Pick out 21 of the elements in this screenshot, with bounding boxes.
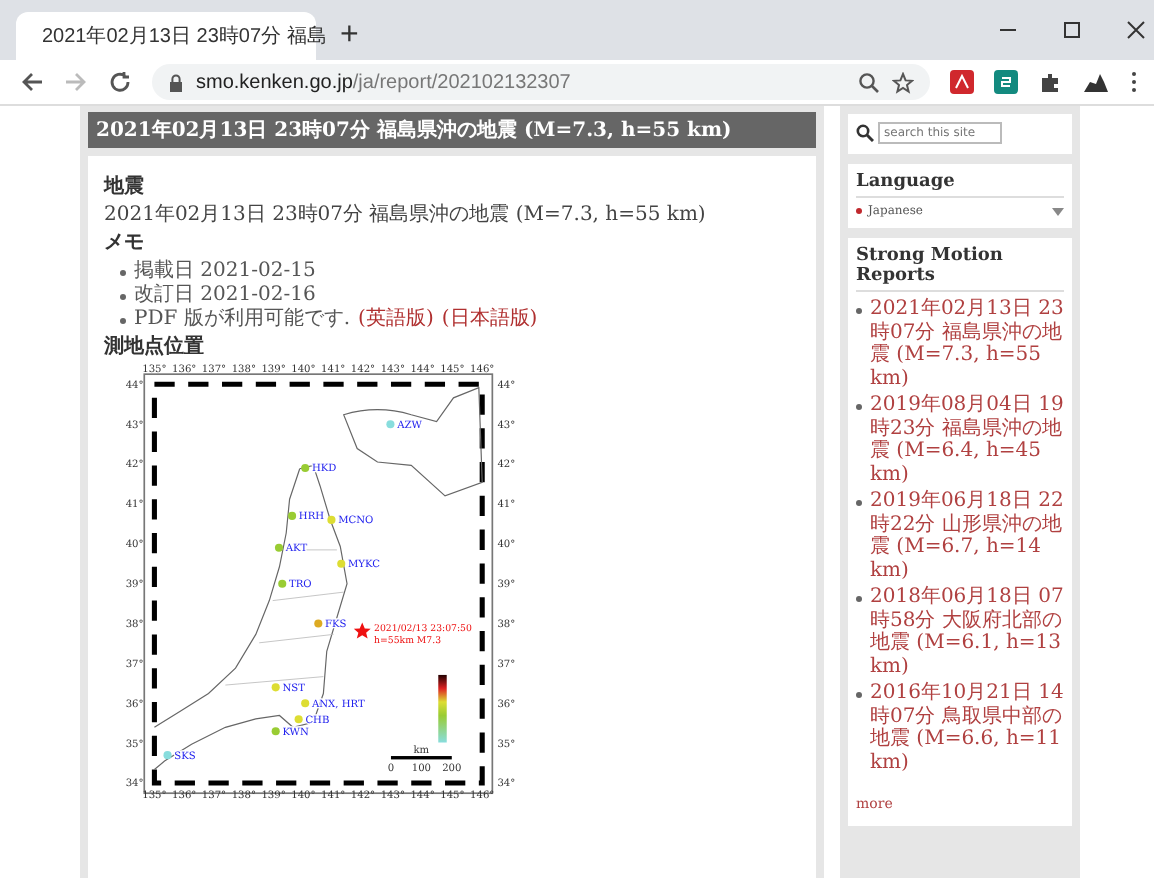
pdf-link[interactable]: (英語版) bbox=[358, 308, 434, 332]
report-link[interactable]: 2018年06月18日 07時58分 大阪府北部の地震 (M=6.1, h=13 km) bbox=[870, 586, 1064, 678]
page-heading: 2021年02月13日 23時07分 福島県沖の地震 (M=7.3, h=55 km) bbox=[88, 112, 816, 148]
report-link[interactable]: 2019年06月18日 22時22分 山形県沖の地震 (M=6.7, h=14 km) bbox=[870, 490, 1064, 582]
report-link[interactable]: 2016年10月21日 14時07分 鳥取県中部の地震 (M=6.6, h=11 km) bbox=[870, 682, 1064, 774]
url-text: smo.kenken.go.jp/ja/report/202102132307 bbox=[196, 71, 571, 93]
memo-text: 改訂日 2021-02-16 bbox=[134, 284, 316, 307]
section-title: 測地点位置 bbox=[104, 336, 206, 360]
report-link[interactable]: 2019年08月04日 19時23分 福島県沖の地震 (M=6.4, h=45 km) bbox=[870, 394, 1064, 486]
tab-title: 2021年02月13日 23時07分 福島 bbox=[42, 23, 327, 50]
new-tab-button[interactable]: + bbox=[332, 18, 367, 54]
section-title: メモ bbox=[104, 232, 146, 256]
memo-text: 掲載日 2021-02-15 bbox=[134, 260, 316, 283]
memo-text: PDF 版が利用可能です. bbox=[134, 308, 351, 332]
reports-title: Strong Motion Reports bbox=[856, 246, 1064, 292]
report-link[interactable]: 2021年02月13日 23時07分 福島県沖の地震 (M=7.3, h=55 km) bbox=[870, 298, 1064, 390]
paragraph: 2021年02月13日 23時07分 福島県沖の地震 (M=7.3, h=55 km) bbox=[104, 204, 708, 228]
language-title: Language bbox=[856, 172, 1064, 198]
section-title: 地震 bbox=[104, 176, 146, 200]
pdf-link[interactable]: (日本語版) bbox=[441, 308, 538, 332]
address-field[interactable]: smo.kenken.go.jp/ja/report/202102132307 bbox=[152, 64, 930, 100]
